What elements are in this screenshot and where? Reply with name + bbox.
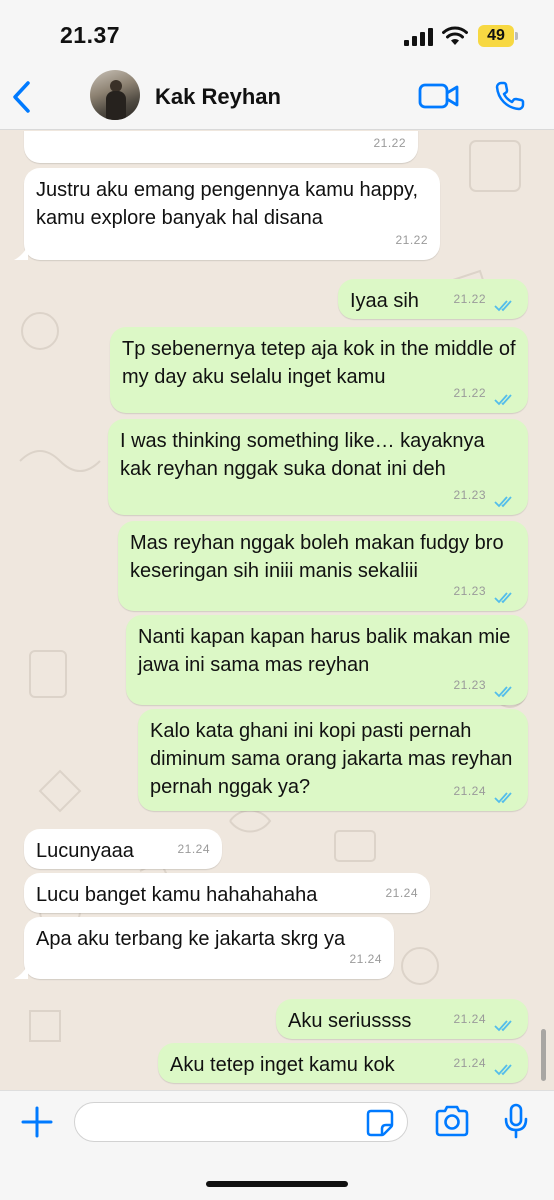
message-text: Nanti kapan kapan harus balik makan mie … (138, 626, 511, 676)
phone-call-icon[interactable] (494, 80, 526, 112)
message-bubble-outgoing[interactable]: I was thinking something like… kayaknya … (108, 419, 528, 515)
message-time: 21.24 (177, 842, 210, 856)
double-check-icon (494, 686, 512, 698)
battery-indicator: 49 (478, 25, 518, 47)
double-check-icon (494, 1020, 512, 1032)
status-time: 21.37 (60, 22, 121, 48)
message-time: 21.24 (453, 1056, 486, 1070)
message-text: Lucu banget kamu hahahahaha (36, 884, 318, 906)
signal-icon (404, 28, 433, 46)
message-bubble-outgoing[interactable]: Iyaa sih 21.22 (338, 279, 528, 319)
message-time: 21.24 (385, 886, 418, 900)
message-time: 21.24 (453, 784, 486, 798)
message-text: Apa aku terbang ke jakarta skrg ya (36, 928, 346, 950)
message-text: Iyaa sih (350, 290, 419, 312)
message-bubble-outgoing[interactable]: Nanti kapan kapan harus balik makan mie … (126, 615, 528, 705)
message-text: Aku seriussss (288, 1010, 412, 1032)
message-time: 21.22 (373, 136, 406, 150)
message-bubble-outgoing[interactable]: Tp sebenernya tetep aja kok in the middl… (110, 327, 528, 413)
status-bar: 21.37 49 (0, 0, 554, 62)
message-bubble-outgoing[interactable]: Kalo kata ghani ini kopi pasti pernah di… (138, 709, 528, 811)
back-icon[interactable] (10, 80, 34, 114)
message-text: Aku tetep inget kamu kok (170, 1054, 395, 1076)
bubble-tail (14, 965, 28, 979)
message-time: 21.22 (453, 292, 486, 306)
message-text: Justru aku emang pengennya kamu happy, k… (36, 179, 419, 229)
double-check-icon (494, 1064, 512, 1076)
double-check-icon (494, 300, 512, 312)
double-check-icon (494, 792, 512, 804)
avatar[interactable] (90, 70, 140, 120)
video-call-icon[interactable] (418, 82, 460, 110)
home-indicator (206, 1181, 348, 1187)
chat-area[interactable]: 21.22 Justru aku emang pengennya kamu ha… (0, 131, 554, 1090)
message-time: 21.24 (453, 1012, 486, 1026)
scrollbar[interactable] (541, 1029, 546, 1081)
sticker-icon[interactable] (366, 1109, 394, 1137)
message-text: Lucunyaaa (36, 840, 134, 862)
message-bubble-incoming[interactable]: Justru aku emang pengennya kamu happy, k… (24, 168, 440, 260)
message-input[interactable] (74, 1102, 408, 1142)
wifi-icon (442, 26, 468, 45)
microphone-icon[interactable] (503, 1103, 529, 1139)
message-time: 21.23 (453, 488, 486, 502)
input-bar (0, 1090, 554, 1200)
message-time: 21.23 (453, 678, 486, 692)
message-text: Mas reyhan nggak boleh makan fudgy bro k… (130, 532, 504, 582)
message-time: 21.23 (453, 584, 486, 598)
double-check-icon (494, 496, 512, 508)
contact-name[interactable]: Kak Reyhan (155, 84, 281, 110)
message-bubble-incoming[interactable]: Apa aku terbang ke jakarta skrg ya 21.24 (24, 917, 394, 979)
message-bubble-incoming[interactable]: Lucu banget kamu hahahahaha 21.24 (24, 873, 430, 913)
message-time: 21.24 (349, 952, 382, 966)
chat-header: Kak Reyhan (0, 62, 554, 130)
double-check-icon (494, 394, 512, 406)
double-check-icon (494, 592, 512, 604)
message-time: 21.22 (453, 386, 486, 400)
message-text: I was thinking something like… kayaknya … (120, 430, 485, 480)
bubble-tail (14, 246, 28, 260)
message-bubble-incoming[interactable]: Lucunyaaa 21.24 (24, 829, 222, 869)
message-bubble-outgoing[interactable]: Mas reyhan nggak boleh makan fudgy bro k… (118, 521, 528, 611)
message-bubble-incoming[interactable]: 21.22 (24, 131, 418, 163)
plus-icon[interactable] (20, 1105, 54, 1139)
message-bubble-outgoing[interactable]: Aku tetep inget kamu kok 21.24 (158, 1043, 528, 1083)
camera-icon[interactable] (434, 1105, 470, 1137)
message-bubble-outgoing[interactable]: Aku seriussss 21.24 (276, 999, 528, 1039)
message-time: 21.22 (395, 233, 428, 247)
